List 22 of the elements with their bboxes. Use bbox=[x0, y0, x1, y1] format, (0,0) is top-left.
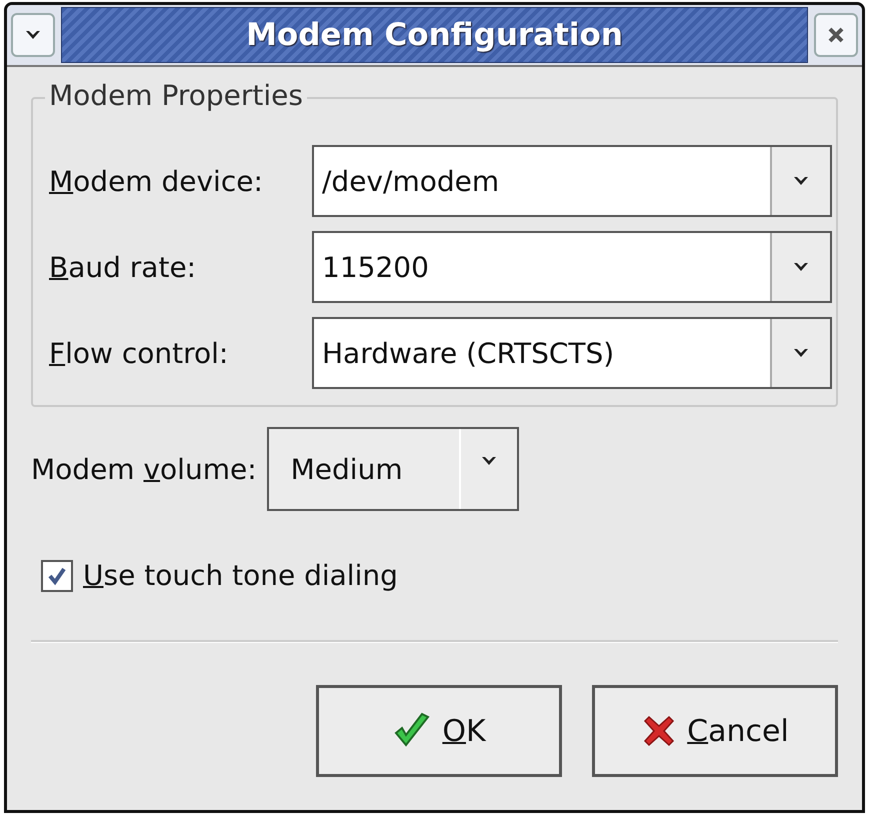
volume-dropdown[interactable]: Medium bbox=[266, 427, 519, 511]
close-icon bbox=[827, 26, 845, 44]
dropdown-arrow-icon bbox=[793, 175, 809, 187]
dropdown-arrow-icon bbox=[793, 347, 809, 359]
checkbox-label: Use touch tone dialing bbox=[83, 559, 398, 592]
field-label: Flow control: bbox=[49, 336, 228, 370]
combo-field[interactable]: Hardware (CRTSCTS) bbox=[312, 317, 832, 389]
dropdown-arrow-icon bbox=[793, 261, 809, 273]
check-icon bbox=[47, 566, 67, 586]
combo-field[interactable]: /dev/modem bbox=[312, 145, 832, 217]
cancel-button[interactable]: Cancel bbox=[592, 685, 838, 777]
dropdown-arrow-icon bbox=[480, 455, 497, 467]
field-label: Modem device: bbox=[49, 164, 263, 198]
combo-field[interactable]: 115200 bbox=[312, 231, 832, 303]
checkbox[interactable] bbox=[41, 560, 73, 592]
field-label: Modem volume: bbox=[31, 452, 257, 486]
field-label: Baud rate: bbox=[49, 250, 196, 284]
close-button[interactable] bbox=[814, 13, 858, 57]
window-menu-button[interactable] bbox=[11, 13, 55, 57]
chevron-down-icon bbox=[25, 29, 41, 41]
window-title: Modem Configuration bbox=[246, 17, 623, 53]
ok-button[interactable]: OK bbox=[316, 685, 562, 777]
